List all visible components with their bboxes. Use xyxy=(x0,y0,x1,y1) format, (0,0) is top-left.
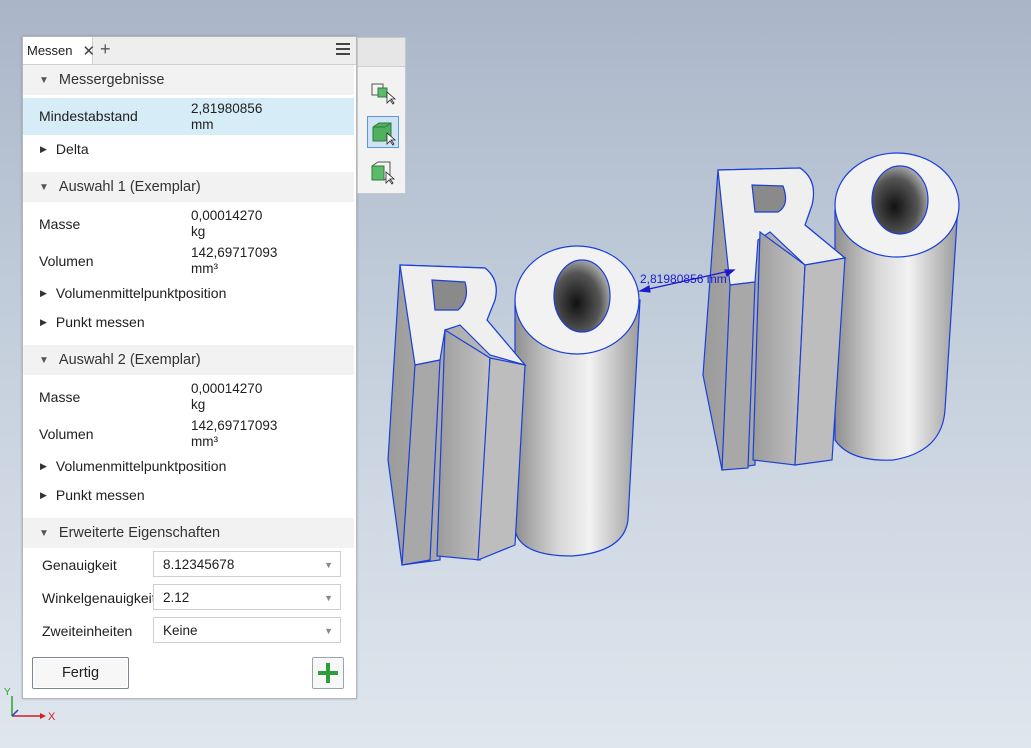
expand-arrow-icon: ▶ xyxy=(40,460,47,471)
tab-label: Messen xyxy=(27,43,73,58)
precision-label: Genauigkeit xyxy=(42,557,117,573)
axis-triad: X Y xyxy=(2,686,62,726)
expand-arrow-icon: ▶ xyxy=(40,489,47,500)
collapse-arrow-icon: ▼ xyxy=(39,181,49,193)
section-title: Auswahl 1 (Exemplar) xyxy=(58,179,201,195)
close-icon[interactable]: ✕ xyxy=(83,42,96,60)
panel-tab-bar: Messen ✕ + xyxy=(23,37,356,65)
dimension-label: 2,81980856 mm xyxy=(640,272,727,286)
volume-value: 142,69717093 mm³ xyxy=(191,418,278,449)
select-solid-icon[interactable] xyxy=(367,116,399,148)
precision-row: Genauigkeit 8.12345678 ▼ xyxy=(23,551,354,579)
selection-toolbar xyxy=(357,37,406,194)
angle-precision-row: Winkelgenauigkeit 2.12 ▼ xyxy=(23,584,354,612)
sel2-point-row[interactable]: ▶ Punkt messen xyxy=(23,482,354,508)
add-icon[interactable] xyxy=(312,657,344,689)
expand-arrow-icon: ▶ xyxy=(40,316,47,327)
sel1-mass-row: Masse 0,00014270 kg xyxy=(23,207,354,243)
expand-arrow-icon: ▶ xyxy=(40,143,47,154)
chevron-down-icon: ▼ xyxy=(324,560,333,570)
angle-precision-value: 2.12 xyxy=(163,590,190,605)
sel1-volume-row: Volumen 142,69717093 mm³ xyxy=(23,244,354,280)
section-title: Messergebnisse xyxy=(58,72,165,88)
sel2-centroid-row[interactable]: ▶ Volumenmittelpunktposition xyxy=(23,453,354,479)
plus-icon[interactable]: + xyxy=(100,39,111,60)
min-distance-label: Mindestabstand xyxy=(39,108,138,124)
select-face-icon[interactable] xyxy=(367,156,399,188)
angle-precision-dropdown[interactable]: 2.12 ▼ xyxy=(153,584,341,610)
volume-value: 142,69717093 mm³ xyxy=(191,245,278,276)
axis-y-label: Y xyxy=(4,687,11,698)
volume-label: Volumen xyxy=(39,426,94,442)
chevron-down-icon: ▼ xyxy=(324,626,333,636)
expand-arrow-icon: ▶ xyxy=(40,287,47,298)
sel2-volume-row: Volumen 142,69717093 mm³ xyxy=(23,417,354,453)
menu-icon[interactable] xyxy=(336,43,350,55)
tab-messen[interactable]: Messen ✕ xyxy=(23,37,96,64)
dual-units-dropdown[interactable]: Keine ▼ xyxy=(153,617,341,643)
delta-row[interactable]: ▶ Delta xyxy=(23,136,354,162)
section-title: Erweiterte Eigenschaften xyxy=(58,525,221,541)
collapse-arrow-icon: ▼ xyxy=(39,74,49,86)
collapse-arrow-icon: ▼ xyxy=(39,354,49,366)
sel1-centroid-row[interactable]: ▶ Volumenmittelpunktposition xyxy=(23,280,354,306)
section-advanced-header[interactable]: ▼ Erweiterte Eigenschaften xyxy=(23,518,354,548)
toolbar-header xyxy=(358,38,405,67)
chevron-down-icon: ▼ xyxy=(324,593,333,603)
mass-label: Masse xyxy=(39,216,81,232)
dual-units-label: Zweiteinheiten xyxy=(42,623,133,639)
axis-x-label: X xyxy=(48,711,56,723)
sel2-mass-row: Masse 0,00014270 kg xyxy=(23,380,354,416)
precision-value: 8.12345678 xyxy=(163,557,235,572)
section-title: Auswahl 2 (Exemplar) xyxy=(58,352,201,368)
done-button[interactable]: Fertig xyxy=(32,657,129,689)
mass-label: Masse xyxy=(39,389,81,405)
precision-dropdown[interactable]: 8.12345678 ▼ xyxy=(153,551,341,577)
angle-precision-label: Winkelgenauigkeit xyxy=(42,590,156,606)
dual-units-row: Zweiteinheiten Keine ▼ xyxy=(23,617,354,645)
dual-units-value: Keine xyxy=(163,623,198,638)
collapse-arrow-icon: ▼ xyxy=(39,527,49,539)
centroid-label: Volumenmittelpunktposition xyxy=(55,285,227,301)
section-results-header[interactable]: ▼ Messergebnisse xyxy=(23,65,354,95)
point-label: Punkt messen xyxy=(55,314,145,330)
point-label: Punkt messen xyxy=(55,487,145,503)
measure-panel: Messen ✕ + ▼ Messergebnisse Mindestabsta… xyxy=(22,36,357,699)
model-ro-right[interactable] xyxy=(702,152,960,471)
min-distance-value: 2,81980856 mm xyxy=(191,101,263,132)
section-sel2-header[interactable]: ▼ Auswahl 2 (Exemplar) xyxy=(23,345,354,375)
centroid-label: Volumenmittelpunktposition xyxy=(55,458,227,474)
volume-label: Volumen xyxy=(39,253,94,269)
delta-label: Delta xyxy=(55,141,89,157)
mass-value: 0,00014270 kg xyxy=(191,208,263,239)
model-ro-left[interactable] xyxy=(387,245,641,566)
sel1-point-row[interactable]: ▶ Punkt messen xyxy=(23,309,354,335)
select-part-icon[interactable] xyxy=(367,76,399,108)
min-distance-row[interactable]: Mindestabstand 2,81980856 mm xyxy=(23,98,354,135)
mass-value: 0,00014270 kg xyxy=(191,381,263,412)
section-sel1-header[interactable]: ▼ Auswahl 1 (Exemplar) xyxy=(23,172,354,202)
